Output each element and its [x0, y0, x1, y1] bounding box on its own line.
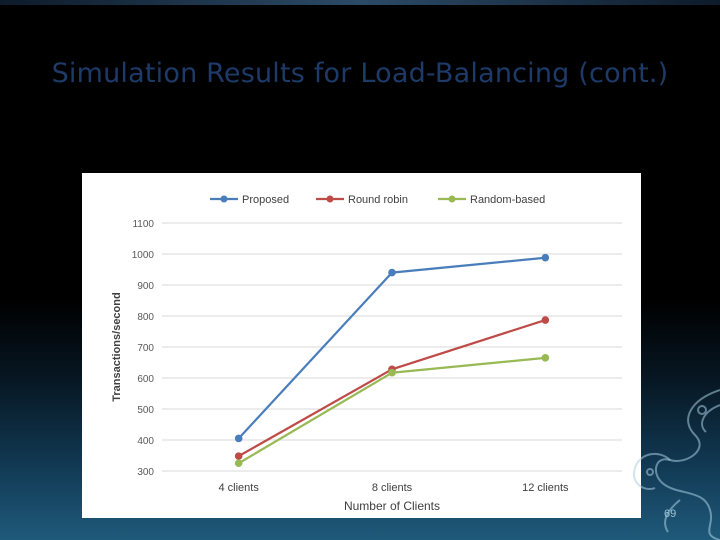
data-point — [541, 253, 550, 262]
top-border-line — [0, 0, 720, 5]
data-point — [388, 268, 396, 277]
y-tick-label: 1000 — [132, 250, 155, 261]
data-point — [388, 368, 396, 377]
y-tick-label: 500 — [137, 405, 154, 416]
y-tick-label: 900 — [137, 281, 154, 292]
data-point — [541, 316, 550, 324]
page-number: 69 — [664, 508, 677, 520]
y-tick-label: 700 — [137, 343, 154, 354]
data-point — [234, 452, 243, 460]
x-tick-label: 4 clients — [218, 482, 259, 494]
legend-label: Round robin — [348, 194, 408, 206]
x-tick-label: 8 clients — [372, 482, 413, 494]
legend-label: Random-based — [470, 194, 545, 206]
y-tick-label: 400 — [137, 436, 154, 447]
data-point — [234, 434, 243, 443]
chart-container: 300 400 500 600 700 800 900 1000 1100 4 clients 8 … — [82, 173, 641, 518]
y-tick-label: 800 — [137, 312, 154, 323]
data-point — [234, 459, 243, 468]
slide-title: Simulation Results for Load-Balancing (c… — [51, 58, 669, 89]
y-tick-label: 300 — [137, 467, 154, 478]
y-tick-label: 600 — [137, 374, 154, 385]
data-point — [541, 354, 550, 362]
y-tick-label: 1100 — [132, 219, 154, 230]
x-tick-label: 12 clients — [522, 482, 569, 494]
legend-marker — [220, 195, 228, 203]
legend-label: Proposed — [242, 194, 289, 206]
y-axis-title: Transactions/second — [111, 292, 123, 401]
x-axis-title: Number of Clients — [344, 499, 440, 513]
line-chart: 300 400 500 600 700 800 900 1000 1100 4 clients 8 … — [111, 194, 622, 513]
legend-marker — [448, 195, 456, 203]
legend-marker — [326, 195, 334, 203]
